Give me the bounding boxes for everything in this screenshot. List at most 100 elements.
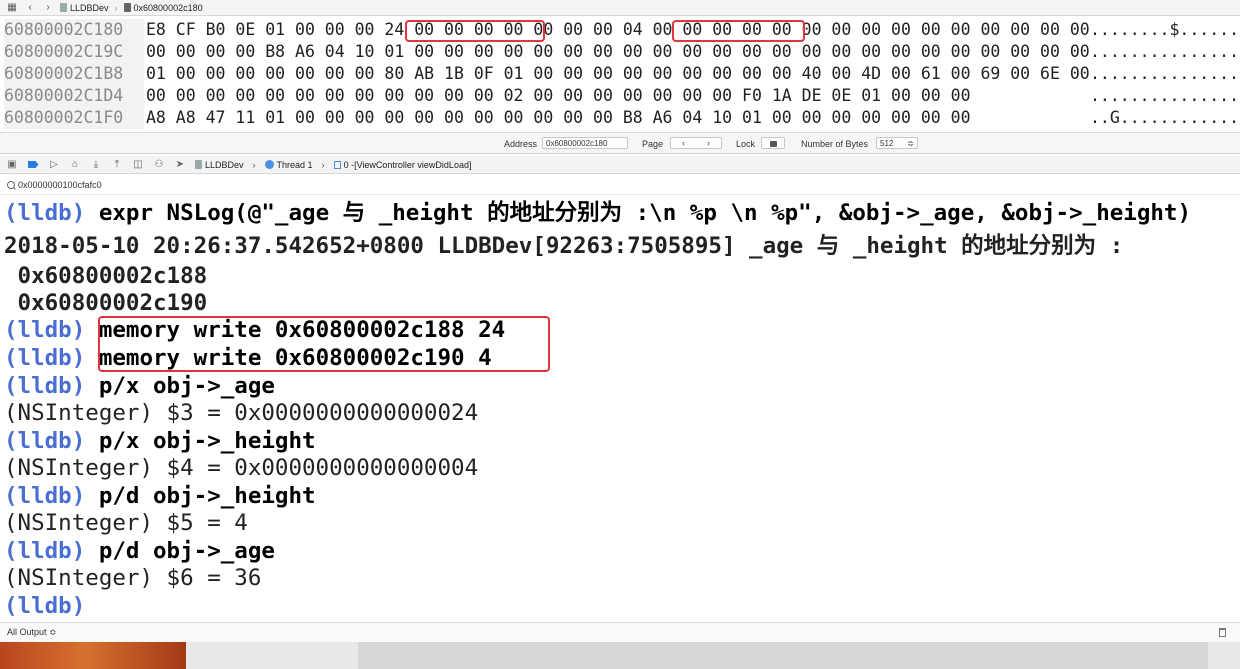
- console-line: (lldb) memory write 0x60800002c188 24: [4, 317, 505, 344]
- console-line: (lldb) p/x obj->_age: [4, 373, 275, 400]
- console-output: (NSInteger) $4 = 0x0000000000000004: [4, 455, 479, 481]
- step-into-icon[interactable]: ⤓: [90, 159, 102, 171]
- console-line: (lldb) p/x obj->_height: [4, 428, 316, 455]
- console-line: 2018-05-10 20:26:37.542652+0800 LLDBDev[…: [4, 233, 1123, 260]
- breakpoints-toggle-icon[interactable]: [27, 159, 39, 171]
- console-output: (NSInteger) $3 = 0x0000000000000024: [4, 400, 479, 426]
- step-over-icon[interactable]: ⌂: [69, 159, 81, 171]
- variable-value[interactable]: 0x0000000100cfafc0: [18, 180, 102, 190]
- lock-button[interactable]: [761, 137, 785, 149]
- hex-row-address: 60800002C1D4: [4, 85, 144, 107]
- console-command: p/d obj->_age: [98, 538, 275, 564]
- breadcrumb-separator: ›: [321, 159, 325, 170]
- lldb-prompt: (lldb): [4, 373, 86, 399]
- lldb-prompt: (lldb): [4, 200, 86, 226]
- console-command: p/x obj->_age: [98, 373, 275, 399]
- view-hierarchy-icon[interactable]: ◫: [132, 159, 144, 171]
- debug-breadcrumb-thread[interactable]: Thread 1: [264, 159, 313, 170]
- hex-row-bytes: 00 00 00 00 00 00 00 00 00 00 00 00 02 0…: [146, 86, 971, 105]
- breadcrumb-separator: ›: [114, 2, 118, 13]
- console-line: (NSInteger) $6 = 36: [4, 565, 261, 592]
- background-window: [358, 642, 1208, 669]
- chevron-updown-icon: ≎: [907, 139, 914, 148]
- address-label: Address: [504, 139, 538, 149]
- console-command: memory write 0x60800002c188 24: [98, 317, 506, 343]
- debug-breadcrumb-project[interactable]: LLDBDev: [195, 160, 244, 170]
- lldb-prompt: (lldb): [4, 593, 86, 619]
- bytes-value: 512: [880, 139, 894, 148]
- memory-icon: [123, 3, 131, 12]
- page-next-icon[interactable]: ›: [707, 138, 710, 148]
- hex-row-ascii: ................: [1090, 64, 1240, 83]
- hex-row-bytes: E8 CF B0 0E 01 00 00 00 24 00 00 00 00 0…: [146, 20, 1090, 39]
- hex-row-ascii: ................: [1090, 86, 1240, 105]
- back-icon[interactable]: ‹: [24, 2, 36, 14]
- thread-icon: [264, 160, 274, 169]
- hex-row: 60800002C1B8 01 00 00 00 00 00 00 00 80 …: [4, 63, 1240, 85]
- lldb-prompt: (lldb): [4, 428, 86, 454]
- lldb-console[interactable]: (lldb) expr NSLog(@"_age 与 _height 的地址分别…: [0, 196, 1240, 621]
- breadcrumb-address[interactable]: 0x60800002c180: [123, 2, 203, 13]
- console-output: 0x60800002c188: [4, 263, 208, 289]
- memory-status-bar: Address 0x60800002c180 Page ‹ › Lock Num…: [0, 132, 1240, 154]
- console-command: memory write 0x60800002c190 4: [98, 345, 492, 371]
- debug-breadcrumb-frame-label: 0 -[ViewController viewDidLoad]: [343, 159, 472, 170]
- bytes-label: Number of Bytes: [801, 139, 869, 149]
- page-label: Page: [642, 139, 664, 149]
- page-prev-icon[interactable]: ‹: [682, 138, 685, 148]
- hex-row-address: 60800002C180: [4, 19, 144, 41]
- memory-toolbar: ▦ ‹ › LLDBDev › 0x60800002c180: [0, 0, 1240, 16]
- address-field[interactable]: 0x60800002c180: [542, 137, 628, 149]
- grid-icon[interactable]: ▦: [6, 2, 18, 14]
- simulate-location-icon[interactable]: ➤: [174, 159, 186, 171]
- debug-breadcrumb-thread-label: Thread 1: [276, 159, 313, 170]
- console-output: 0x60800002c190: [4, 290, 208, 316]
- memory-graph-icon[interactable]: ⚇: [153, 159, 165, 171]
- bytes-select[interactable]: 512 ≎: [876, 137, 918, 149]
- breadcrumb-project[interactable]: LLDBDev: [60, 3, 109, 13]
- console-line: 0x60800002c190: [4, 290, 208, 317]
- hide-debug-area-icon[interactable]: ▣: [6, 159, 18, 171]
- step-out-icon[interactable]: ⤒: [111, 159, 123, 171]
- console-output: (NSInteger) $5 = 4: [4, 510, 248, 536]
- output-filter-select[interactable]: All Output ≎: [7, 627, 57, 638]
- console-line: (NSInteger) $4 = 0x0000000000000004: [4, 455, 478, 482]
- console-output: (NSInteger) $6 = 36: [4, 565, 262, 591]
- hex-row-ascii: ..G.............: [1090, 108, 1240, 127]
- debug-breadcrumb-frame[interactable]: 0 -[ViewController viewDidLoad]: [333, 159, 472, 170]
- console-line: (NSInteger) $5 = 4: [4, 510, 248, 537]
- search-icon: [7, 180, 15, 189]
- console-line: (lldb): [4, 593, 85, 620]
- project-icon: [195, 160, 202, 169]
- continue-icon[interactable]: ▷: [48, 159, 60, 171]
- hex-view[interactable]: 60800002C180 E8 CF B0 0E 01 00 00 00 24 …: [0, 17, 1240, 131]
- console-line: (lldb) p/d obj->_height: [4, 483, 316, 510]
- console-line: (lldb) p/d obj->_age: [4, 538, 275, 565]
- hex-row-bytes: 00 00 00 00 B8 A6 04 10 01 00 00 00 00 0…: [146, 42, 1090, 61]
- breadcrumb-separator: ›: [252, 159, 256, 170]
- forward-icon[interactable]: ›: [42, 2, 54, 14]
- lldb-prompt: (lldb): [4, 317, 86, 343]
- console-command: p/x obj->_height: [98, 428, 316, 454]
- console-output: 2018-05-10 20:26:37.542652+0800 LLDBDev[…: [4, 233, 1124, 259]
- console-footer: All Output ≎: [0, 622, 1240, 642]
- lldb-prompt: (lldb): [4, 538, 86, 564]
- page-stepper[interactable]: ‹ ›: [670, 137, 722, 149]
- hex-row-address: 60800002C1F0: [4, 107, 144, 129]
- console-line: (lldb) memory write 0x60800002c190 4: [4, 345, 492, 372]
- desktop-background: [0, 642, 1240, 669]
- hex-row: 60800002C180 E8 CF B0 0E 01 00 00 00 24 …: [4, 19, 1240, 41]
- hex-row-bytes: 01 00 00 00 00 00 00 00 80 AB 1B 0F 01 0…: [146, 64, 1090, 83]
- stack-frame-icon: [333, 160, 341, 169]
- breadcrumb-address-label: 0x60800002c180: [133, 2, 203, 13]
- hex-row: 60800002C19C 00 00 00 00 B8 A6 04 10 01 …: [4, 41, 1240, 63]
- lldb-prompt: (lldb): [4, 483, 86, 509]
- hex-row: 60800002C1F0 A8 A8 47 11 01 00 00 00 00 …: [4, 107, 1240, 129]
- hex-row-bytes: A8 A8 47 11 01 00 00 00 00 00 00 00 00 0…: [146, 108, 971, 127]
- project-icon: [60, 3, 67, 12]
- console-line: (NSInteger) $3 = 0x0000000000000024: [4, 400, 478, 427]
- trash-icon[interactable]: [1219, 628, 1226, 637]
- lock-icon: [769, 141, 777, 147]
- hex-row: 60800002C1D4 00 00 00 00 00 00 00 00 00 …: [4, 85, 1240, 107]
- console-command: p/d obj->_height: [98, 483, 316, 509]
